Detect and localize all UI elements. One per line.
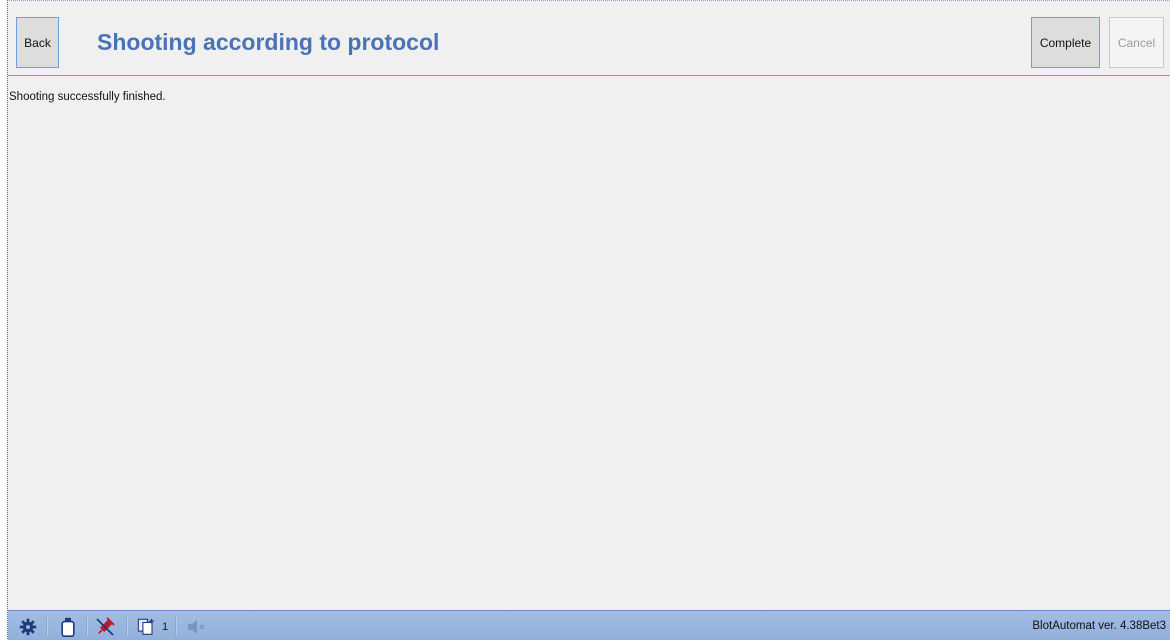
gear-icon[interactable] bbox=[18, 617, 38, 637]
copies-icon[interactable] bbox=[137, 617, 157, 637]
syringe-disabled-icon[interactable] bbox=[95, 617, 115, 637]
statusbar-separator bbox=[86, 617, 88, 635]
speaker-muted-icon[interactable] bbox=[186, 617, 206, 637]
header-bar: Back Shooting according to protocol Comp… bbox=[8, 1, 1170, 76]
cancel-button[interactable]: Cancel bbox=[1109, 17, 1164, 68]
bottle-icon[interactable] bbox=[58, 617, 78, 637]
statusbar-separator bbox=[46, 617, 48, 635]
status-message: Shooting successfully finished. bbox=[9, 91, 166, 103]
page-title: Shooting according to protocol bbox=[97, 29, 440, 55]
back-button[interactable]: Back bbox=[16, 17, 59, 68]
complete-button[interactable]: Complete bbox=[1031, 17, 1100, 68]
statusbar-separator bbox=[175, 617, 177, 635]
app-window: Back Shooting according to protocol Comp… bbox=[7, 0, 1170, 640]
copies-count: 1 bbox=[162, 621, 169, 633]
version-label: BlotAutomat ver. 4.38Bet3 bbox=[1032, 620, 1166, 632]
statusbar-separator bbox=[126, 617, 128, 635]
status-bar: 1 BlotAutomat ver. 4.38Bet3 bbox=[8, 610, 1170, 640]
